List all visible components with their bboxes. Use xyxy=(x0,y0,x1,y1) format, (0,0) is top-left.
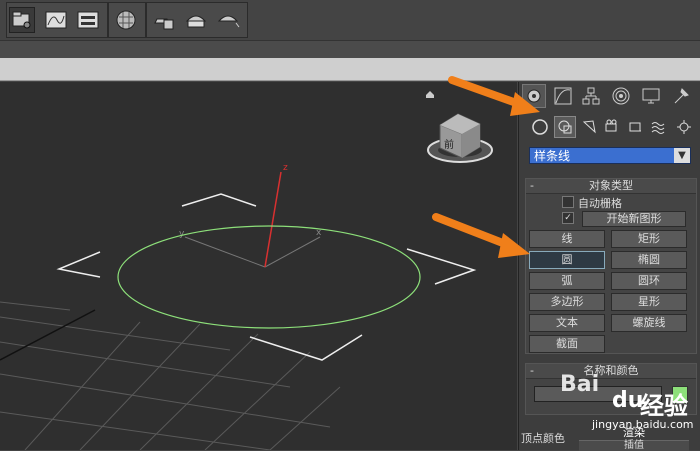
motion-tab-icon[interactable] xyxy=(609,84,633,108)
toolbar-group-material xyxy=(108,2,146,38)
axis-z-label: z xyxy=(283,163,288,173)
start-new-shape-row: ✓ 开始新图形 xyxy=(526,210,696,228)
donut-button[interactable]: 圆环 xyxy=(611,272,687,290)
grid-axis-line xyxy=(0,309,96,361)
secondary-toolbar xyxy=(0,40,700,59)
ellipse-button[interactable]: 椭圆 xyxy=(611,251,687,269)
chevron-down-icon[interactable]: ▼ xyxy=(674,148,690,163)
watermark-text: 经验 xyxy=(640,392,688,420)
toolbar-group-render xyxy=(146,2,248,38)
display-tab-icon[interactable] xyxy=(639,84,663,108)
vertex-color-fragment: 顶点颜色 xyxy=(521,432,565,445)
perspective-viewport[interactable]: z y x 前 xyxy=(0,82,517,450)
layer-manager-icon[interactable] xyxy=(9,7,35,33)
start-new-shape-checkbox[interactable]: ✓ xyxy=(562,212,574,224)
shape-type-value: 样条线 xyxy=(534,149,571,163)
circle-button[interactable]: 圆 xyxy=(529,251,605,269)
axis-y-label: y xyxy=(179,229,185,239)
grid-floor xyxy=(0,301,341,450)
lights-category-icon[interactable] xyxy=(579,116,601,138)
cameras-category-icon[interactable] xyxy=(602,116,624,138)
utilities-tab-icon[interactable] xyxy=(669,84,693,108)
watermark-logo: du xyxy=(612,388,644,413)
command-panel-tabs xyxy=(519,82,700,112)
hierarchy-tab-icon[interactable] xyxy=(579,84,603,108)
main-toolbar xyxy=(0,0,700,40)
ngon-button[interactable]: 多边形 xyxy=(529,293,605,311)
interpolation-fragment: 插值 xyxy=(579,440,689,451)
autogrid-row: 自动栅格 xyxy=(526,194,696,210)
object-type-rollout: - 对象类型 自动栅格 ✓ 开始新图形 线 矩形 圆 椭圆 弧 圆环 多边形 星… xyxy=(525,178,697,354)
arc-button[interactable]: 弧 xyxy=(529,272,605,290)
render-frame-icon[interactable] xyxy=(183,7,209,33)
selection-brackets xyxy=(56,193,477,361)
modify-tab-icon[interactable] xyxy=(551,84,575,108)
object-type-title: 对象类型 xyxy=(589,179,633,192)
geometry-category-icon[interactable] xyxy=(529,116,551,138)
helpers-category-icon[interactable] xyxy=(625,116,647,138)
viewcube-face-label: 前 xyxy=(444,138,454,151)
viewport-canvas: z y x 前 xyxy=(0,91,493,450)
schematic-view-icon[interactable] xyxy=(75,7,101,33)
start-new-shape-button[interactable]: 开始新图形 xyxy=(582,211,686,227)
material-editor-icon[interactable] xyxy=(113,7,139,33)
section-button[interactable]: 截面 xyxy=(529,335,605,353)
name-color-rollout-header[interactable]: - 名称和颜色 xyxy=(526,364,696,379)
home-icon[interactable] xyxy=(426,91,434,98)
watermark-brand: Bai xyxy=(560,372,600,397)
ribbon-strip xyxy=(0,58,700,81)
object-type-rollout-header[interactable]: - 对象类型 xyxy=(526,179,696,194)
curve-editor-icon[interactable] xyxy=(43,7,69,33)
create-category-row xyxy=(519,114,700,140)
collapse-icon[interactable]: - xyxy=(530,364,534,378)
toolbar-group-editors xyxy=(6,2,108,38)
create-tab-icon[interactable] xyxy=(522,84,546,108)
star-button[interactable]: 星形 xyxy=(611,293,687,311)
autogrid-label: 自动栅格 xyxy=(578,197,622,210)
shape-type-dropdown[interactable]: 样条线 ▼ xyxy=(529,147,691,164)
watermark-url: jingyan.baidu.com xyxy=(592,418,694,431)
object-type-buttons: 线 矩形 圆 椭圆 弧 圆环 多边形 星形 文本 螺旋线 截面 xyxy=(526,228,696,354)
helix-button[interactable]: 螺旋线 xyxy=(611,314,687,332)
rectangle-button[interactable]: 矩形 xyxy=(611,230,687,248)
text-button[interactable]: 文本 xyxy=(529,314,605,332)
viewcube[interactable] xyxy=(427,113,493,163)
render-icon[interactable] xyxy=(215,7,241,33)
autogrid-checkbox[interactable] xyxy=(562,196,574,208)
systems-category-icon[interactable] xyxy=(673,116,695,138)
spacewarps-category-icon[interactable] xyxy=(648,116,670,138)
line-button[interactable]: 线 xyxy=(529,230,605,248)
axis-gizmo xyxy=(184,171,321,268)
shapes-category-icon[interactable] xyxy=(554,116,576,138)
render-setup-icon[interactable] xyxy=(151,7,177,33)
collapse-icon[interactable]: - xyxy=(530,179,534,193)
